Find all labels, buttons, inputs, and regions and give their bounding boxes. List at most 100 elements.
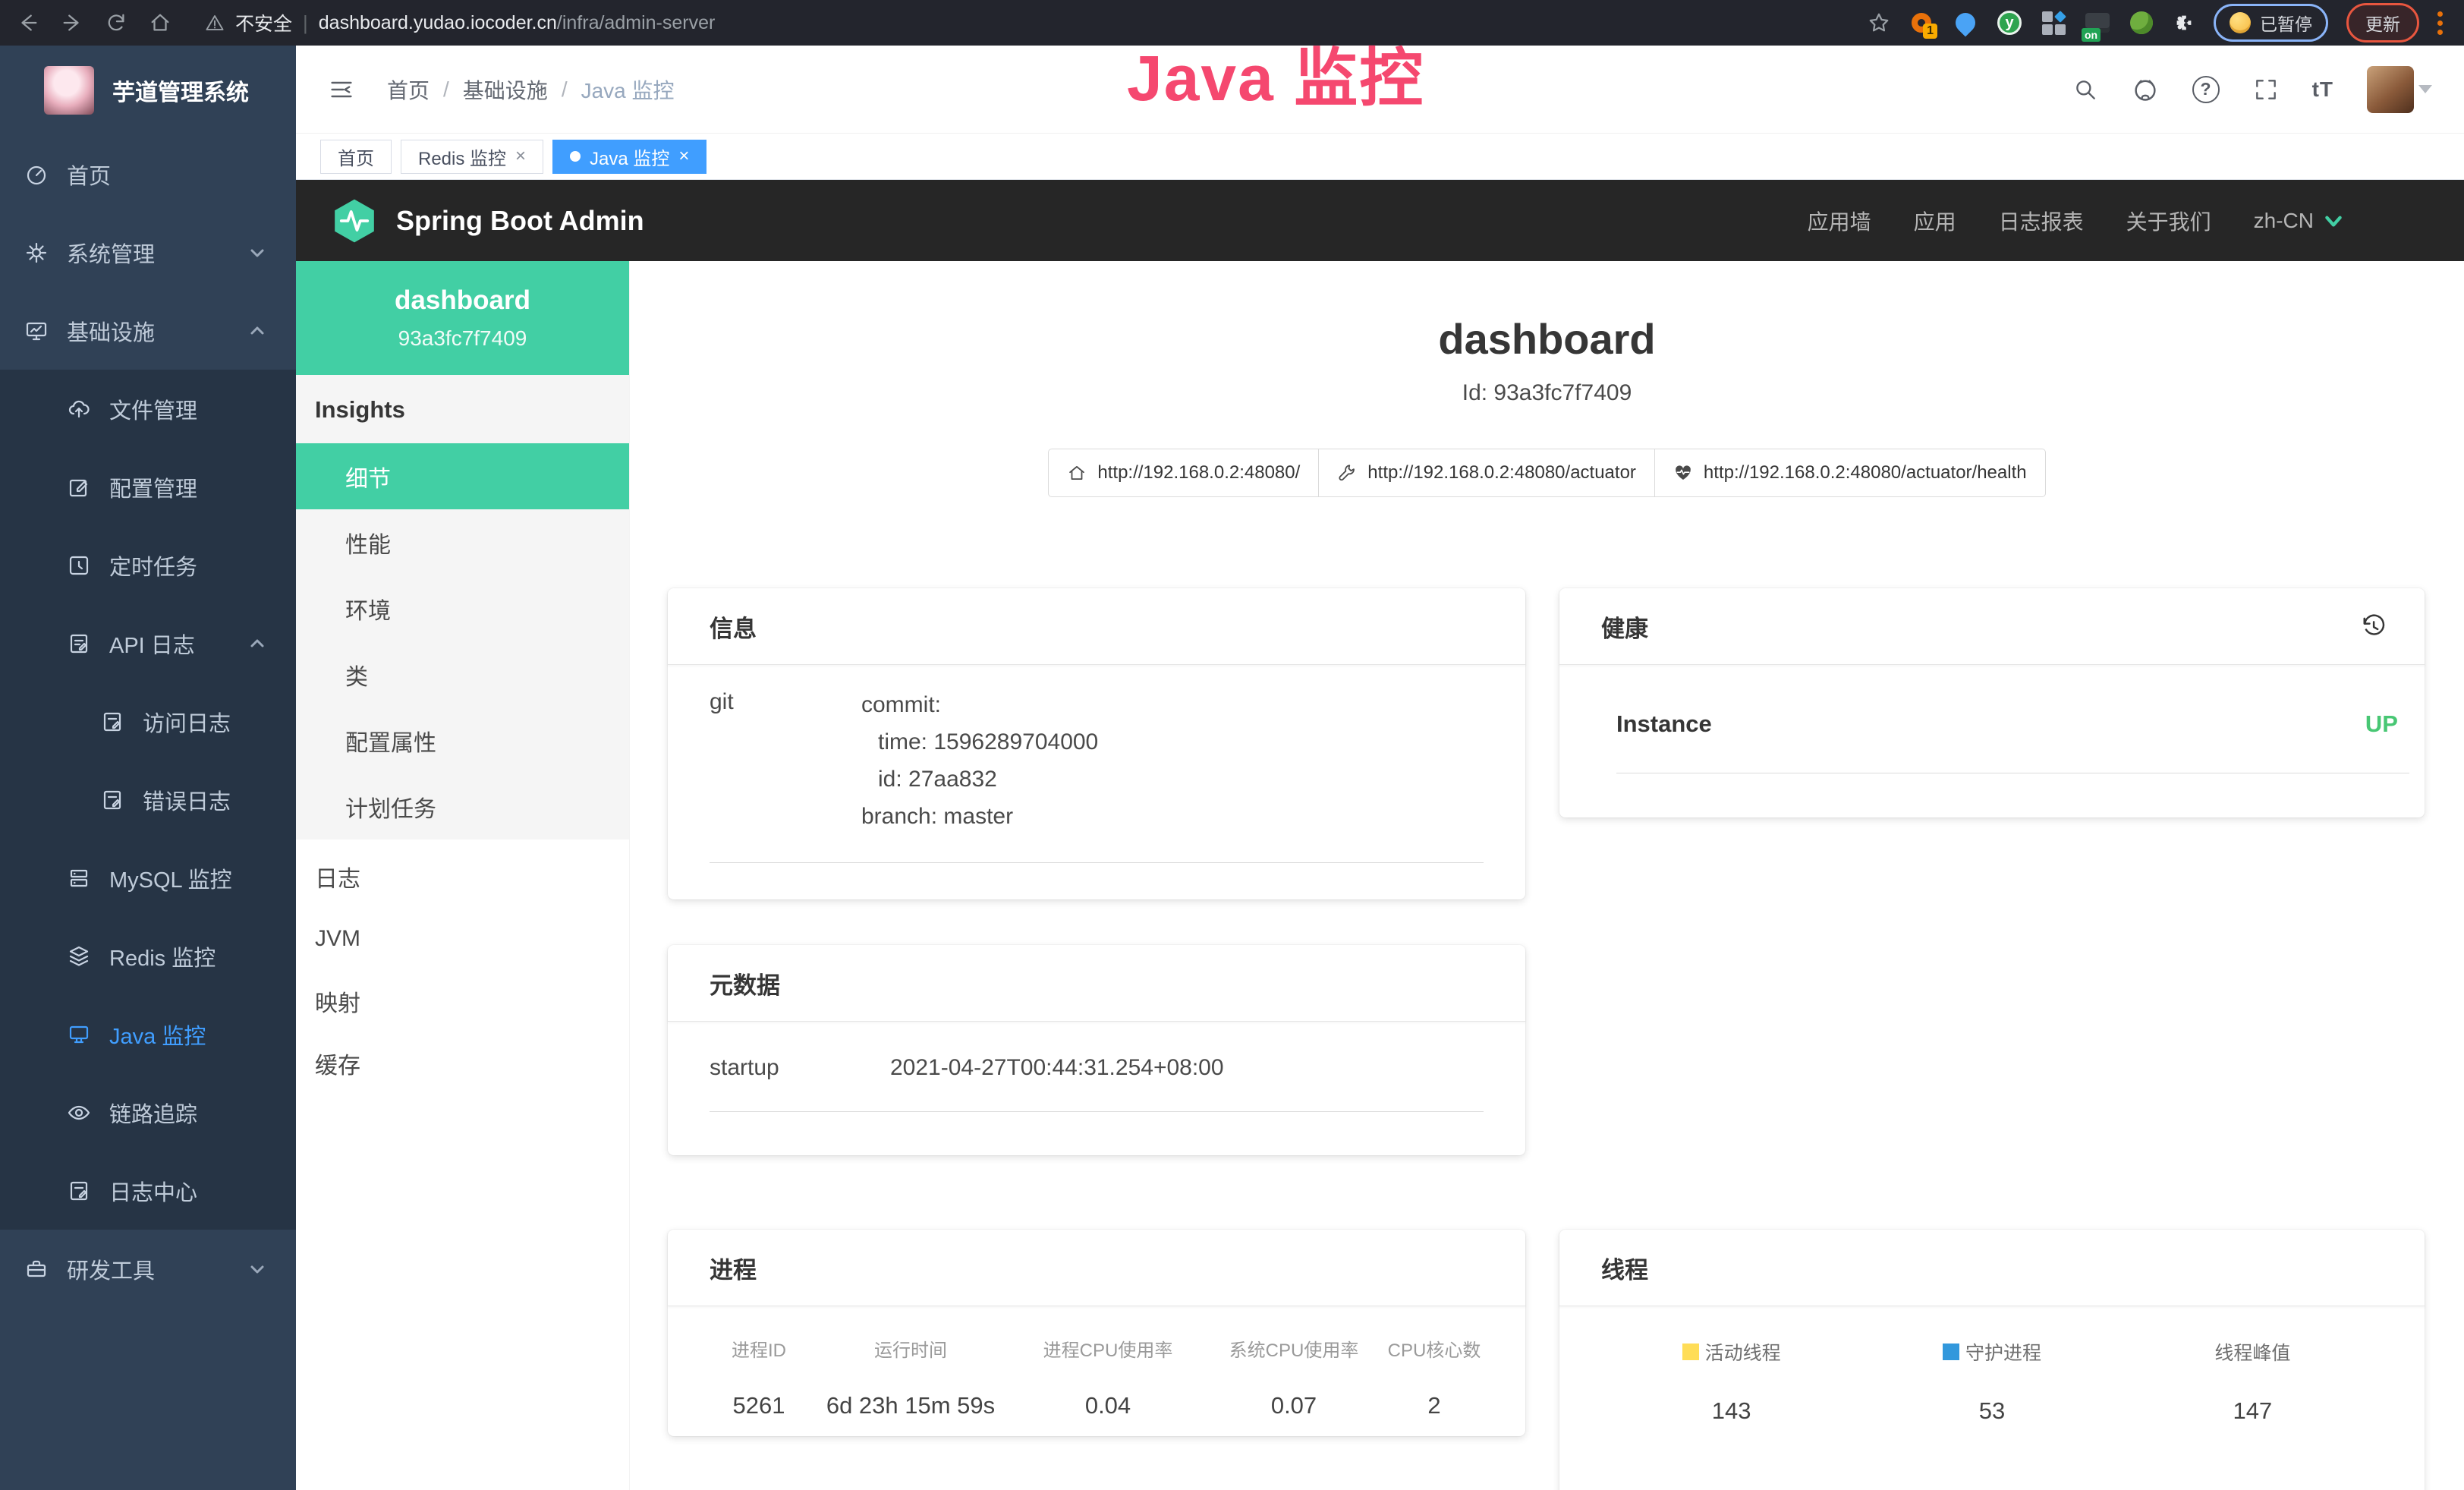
address-bar[interactable]: 不安全 | dashboard.yudao.iocoder.cn/infra/a…: [205, 9, 715, 36]
url-path: /infra/admin-server: [557, 12, 715, 33]
breadcrumb-home[interactable]: 首页: [387, 74, 430, 105]
sba-item-config-props[interactable]: 配置属性: [296, 707, 629, 773]
service-url-button[interactable]: http://192.168.0.2:48080/: [1048, 449, 1319, 497]
timer-icon: [67, 553, 91, 578]
screen: 不安全 | dashboard.yudao.iocoder.cn/infra/a…: [0, 0, 2464, 1490]
profile-paused-pill[interactable]: 已暂停: [2214, 4, 2328, 42]
process-card-title: 进程: [668, 1230, 1525, 1306]
reload-icon[interactable]: [105, 11, 127, 34]
instance-links: http://192.168.0.2:48080/ http://192.168…: [630, 449, 2464, 497]
threads-card: 线程 活动线程 143 守护进程 53 线程峰值 147: [1559, 1230, 2425, 1490]
daemon-threads-value: 53: [1861, 1397, 2122, 1425]
sidebar-item-home[interactable]: 首页: [0, 135, 296, 213]
gear-icon: [24, 241, 49, 265]
user-menu[interactable]: [2367, 66, 2432, 113]
sidebar-item-tracing[interactable]: 链路追踪: [0, 1073, 296, 1151]
tab-redis-monitor[interactable]: Redis 监控×: [401, 140, 543, 174]
sba-item-mappings[interactable]: 映射: [296, 970, 629, 1032]
sidebar-item-mysql-monitor[interactable]: MySQL 监控: [0, 839, 296, 917]
java-monitor-icon: [67, 1022, 91, 1047]
sidebar-item-error-logs[interactable]: 错误日志: [0, 761, 296, 839]
hamburger-icon[interactable]: [328, 76, 355, 103]
actuator-url-button[interactable]: http://192.168.0.2:48080/actuator: [1318, 449, 1655, 497]
sba-nav-about[interactable]: 关于我们: [2126, 206, 2211, 236]
infrastructure-submenu: 文件管理 配置管理 定时任务 API 日志 访问日志: [0, 370, 296, 1230]
tab-home[interactable]: 首页: [320, 140, 392, 174]
search-icon[interactable]: [2072, 77, 2098, 102]
chrome-toolbar-right: 1 y on 已暂停 更新: [1868, 3, 2447, 43]
sba-nav-journal[interactable]: 日志报表: [1999, 206, 2084, 236]
sidebar-item-log-center[interactable]: 日志中心: [0, 1151, 296, 1230]
back-icon[interactable]: [17, 11, 39, 34]
sidebar-item-dev-tools[interactable]: 研发工具: [0, 1230, 296, 1308]
metadata-value: 2021-04-27T00:44:31.254+08:00: [890, 1055, 1484, 1081]
security-label: 不安全: [235, 9, 292, 36]
sba-item-caches[interactable]: 缓存: [296, 1032, 629, 1095]
sba-logo-icon: [331, 197, 378, 244]
extension-pin-icon[interactable]: [1953, 10, 1978, 36]
fullscreen-icon[interactable]: [2253, 77, 2279, 102]
extension-y-icon[interactable]: y: [1997, 10, 2022, 36]
annotation-java-monitor: Java 监控: [1127, 27, 1424, 119]
sba-instance-id: 93a3fc7f7409: [398, 326, 527, 351]
extension-on-badge: on: [2082, 28, 2101, 42]
process-card: 进程 进程ID5261 运行时间6d 23h 15m 59s 进程CPU使用率0…: [668, 1230, 1525, 1436]
monitor-chart-icon: [24, 319, 49, 343]
app-logo-image: [44, 66, 94, 115]
edit-icon: [67, 475, 91, 499]
sidebar-item-infrastructure[interactable]: 基础设施: [0, 291, 296, 370]
health-card: 健康 Instance UP: [1559, 588, 2425, 817]
sidebar-item-access-logs[interactable]: 访问日志: [0, 682, 296, 761]
close-icon[interactable]: ×: [678, 146, 689, 167]
extension-grid-icon[interactable]: [2041, 10, 2066, 36]
extension-onoff-icon[interactable]: on: [2085, 10, 2110, 36]
chevron-down-icon: [247, 243, 267, 263]
sba-nav-wallboard[interactable]: 应用墙: [1808, 206, 1871, 236]
sba-language-select[interactable]: zh-CN: [2254, 209, 2344, 233]
sba-item-details[interactable]: 细节: [296, 443, 629, 509]
extension-leaf-icon[interactable]: [2129, 10, 2154, 36]
sidebar-item-java-monitor[interactable]: Java 监控: [0, 995, 296, 1073]
sba-instance-header[interactable]: dashboard 93a3fc7f7409: [296, 261, 629, 375]
log-edit-icon: [67, 632, 91, 656]
app-logo-row[interactable]: 芋道管理系统: [0, 46, 296, 135]
navbar-actions: ? tT: [2072, 66, 2432, 113]
sidebar-item-file-management[interactable]: 文件管理: [0, 370, 296, 448]
sba-group-label: Insights: [296, 375, 629, 443]
home-icon[interactable]: [149, 11, 172, 34]
sidebar-item-config-management[interactable]: 配置管理: [0, 448, 296, 526]
bookmark-star-icon[interactable]: [1868, 11, 1890, 34]
sba-item-logs[interactable]: 日志: [296, 846, 629, 908]
chrome-update-button[interactable]: 更新: [2346, 3, 2419, 43]
sba-item-classes[interactable]: 类: [296, 641, 629, 707]
sidebar-item-scheduled-tasks[interactable]: 定时任务: [0, 526, 296, 604]
health-url-button[interactable]: http://192.168.0.2:48080/actuator/health: [1654, 449, 2046, 497]
sba-brand[interactable]: Spring Boot Admin: [331, 197, 644, 244]
status-badge: UP: [2365, 710, 2398, 738]
help-icon[interactable]: ?: [2192, 76, 2220, 103]
history-icon[interactable]: [2359, 613, 2387, 640]
github-icon[interactable]: [2132, 76, 2159, 103]
app-title: 芋道管理系统: [112, 74, 249, 107]
sidebar-item-api-logs[interactable]: API 日志: [0, 604, 296, 682]
extensions-puzzle-icon[interactable]: [2173, 11, 2195, 34]
sidebar-item-redis-monitor[interactable]: Redis 监控: [0, 917, 296, 995]
tab-java-monitor[interactable]: Java 监控×: [552, 140, 706, 174]
sba-item-jvm[interactable]: JVM: [296, 908, 629, 970]
font-size-icon[interactable]: tT: [2312, 77, 2333, 102]
process-cpu: 0.04: [1013, 1392, 1203, 1419]
sba-item-metrics[interactable]: 性能: [296, 509, 629, 575]
breadcrumb: 首页 / 基础设施 / Java 监控: [387, 74, 675, 105]
system-cpu: 0.07: [1203, 1392, 1385, 1419]
sba-item-scheduled-tasks[interactable]: 计划任务: [296, 773, 629, 840]
sba-item-environment[interactable]: 环境: [296, 575, 629, 641]
close-icon[interactable]: ×: [515, 146, 526, 167]
breadcrumb-infrastructure[interactable]: 基础设施: [463, 74, 548, 105]
forward-icon[interactable]: [61, 11, 83, 34]
sidebar-item-system-management[interactable]: 系统管理: [0, 213, 296, 291]
sba-sidebar: dashboard 93a3fc7f7409 Insights 细节 性能 环境…: [296, 261, 630, 1490]
sba-nav-applications[interactable]: 应用: [1914, 206, 1956, 236]
extension-colorzilla-icon[interactable]: 1: [1909, 10, 1934, 36]
warning-icon: [205, 13, 225, 33]
chrome-menu-icon[interactable]: [2437, 11, 2447, 35]
